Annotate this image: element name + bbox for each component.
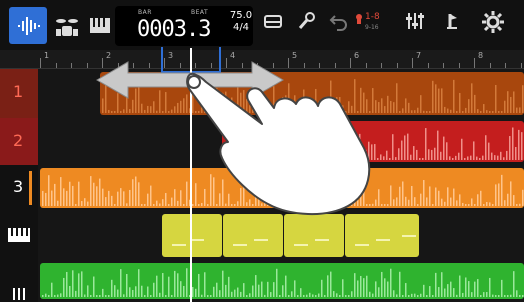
drag-gesture-overlay (96, 61, 371, 215)
hand-pointer-icon (186, 72, 371, 215)
